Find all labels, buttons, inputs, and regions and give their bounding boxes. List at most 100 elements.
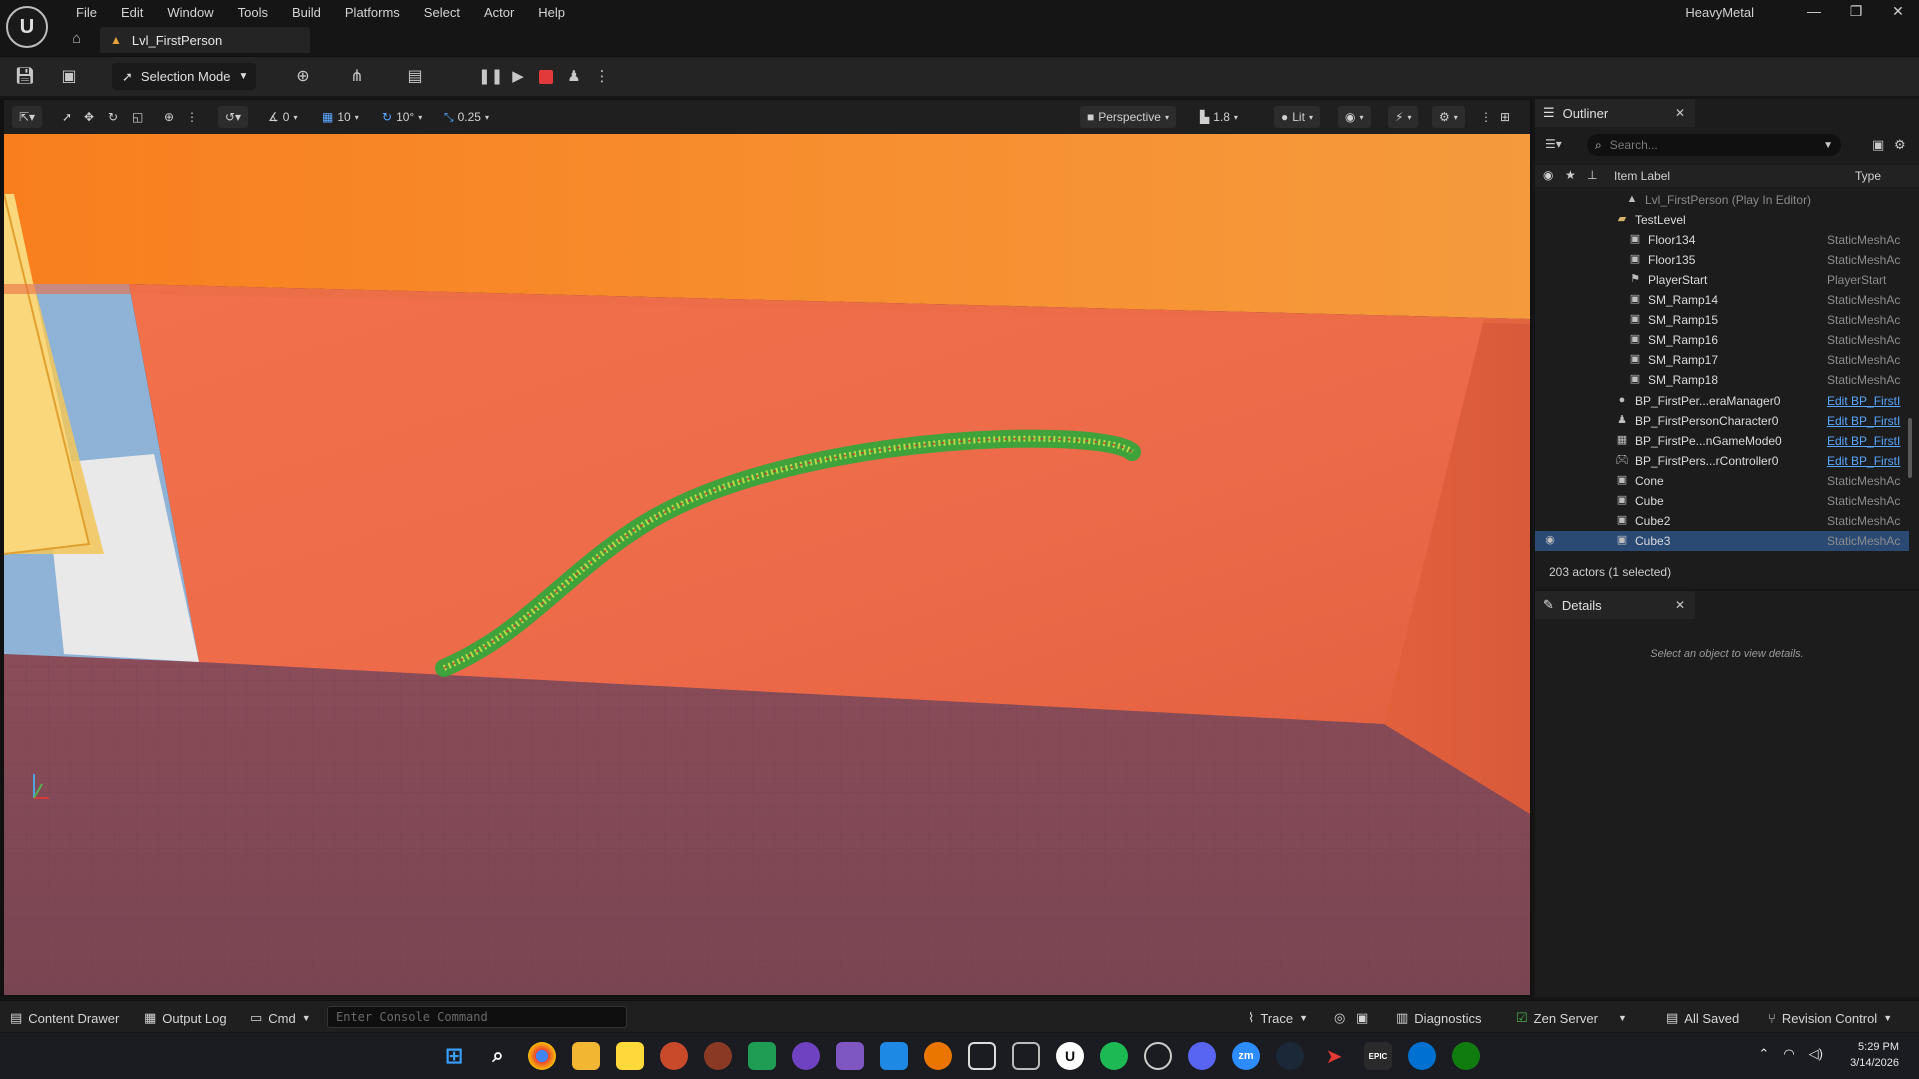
- filter-icon[interactable]: ☰▾: [1545, 137, 1562, 151]
- restore-button[interactable]: ❐: [1835, 0, 1877, 24]
- trace-dropdown[interactable]: ⌇ Trace ▼: [1248, 1009, 1308, 1027]
- performance-dropdown[interactable]: ⚡ ▾: [1388, 106, 1419, 128]
- menu-actor[interactable]: Actor: [472, 3, 526, 23]
- eject-icon[interactable]: ♟: [562, 65, 586, 89]
- outliner-row[interactable]: ▣ SM_Ramp18 StaticMeshAc: [1535, 370, 1909, 390]
- outliner-row-type[interactable]: Edit BP_FirstI: [1827, 454, 1909, 468]
- discord-icon[interactable]: [1188, 1042, 1216, 1070]
- unity-hub-icon[interactable]: [1012, 1042, 1040, 1070]
- outliner-row[interactable]: ▣ Cube StaticMeshAc: [1535, 491, 1909, 511]
- rotation-grid-toggle[interactable]: ↻ 10° ▾: [382, 106, 422, 128]
- app-icon-1[interactable]: [660, 1042, 688, 1070]
- rotate-icon[interactable]: ↻: [108, 106, 118, 128]
- zen-server-dropdown[interactable]: ☑ Zen Server ▼: [1516, 1009, 1627, 1027]
- windows-start-icon[interactable]: ⊞: [440, 1042, 468, 1070]
- all-saved-button[interactable]: ▤ All Saved: [1666, 1009, 1739, 1027]
- layout-icon[interactable]: ⊞: [1500, 106, 1510, 128]
- level-tab[interactable]: ▲ Lvl_FirstPerson: [100, 27, 310, 53]
- spotify-icon[interactable]: [1100, 1042, 1128, 1070]
- close-icon[interactable]: ✕: [1675, 106, 1685, 120]
- epic-games-icon[interactable]: EPIC: [1364, 1042, 1392, 1070]
- visual-studio-icon[interactable]: [836, 1042, 864, 1070]
- selection-mode-dropdown[interactable]: ➚ Selection Mode ▼: [112, 63, 256, 90]
- settings-dropdown[interactable]: ⚙ ▾: [1432, 106, 1465, 128]
- visibility-icon[interactable]: ◉: [1543, 533, 1557, 547]
- clock[interactable]: 5:29 PM 3/14/2026: [1850, 1039, 1899, 1071]
- more-options-icon[interactable]: ⋮: [590, 65, 614, 89]
- pause-icon[interactable]: ❚❚: [478, 65, 503, 89]
- outliner-row[interactable]: ▣ SM_Ramp16 StaticMeshAc: [1535, 330, 1909, 350]
- app-icon-2[interactable]: [704, 1042, 732, 1070]
- menu-select[interactable]: Select: [412, 3, 472, 23]
- rotation-snap-toggle[interactable]: ∡ 0 ▾: [268, 106, 297, 128]
- sticky-notes-icon[interactable]: [616, 1042, 644, 1070]
- outliner-row[interactable]: ▣ SM_Ramp15 StaticMeshAc: [1535, 310, 1909, 330]
- output-log-button[interactable]: ▦ Output Log: [144, 1009, 227, 1027]
- steam-icon[interactable]: [1276, 1042, 1304, 1070]
- xbox-icon[interactable]: [1452, 1042, 1480, 1070]
- volume-icon[interactable]: ◁): [1809, 1046, 1823, 1062]
- scale-icon[interactable]: ◱: [132, 106, 143, 128]
- search-icon[interactable]: ⌕: [484, 1042, 512, 1070]
- unreal-taskbar-icon[interactable]: U: [1056, 1042, 1084, 1070]
- close-icon[interactable]: ✕: [1675, 598, 1685, 612]
- chevron-up-icon[interactable]: ⌃: [1758, 1046, 1769, 1062]
- add-actor-icon[interactable]: ⊕: [292, 66, 314, 88]
- menu-help[interactable]: Help: [526, 3, 577, 23]
- outliner-row-type[interactable]: Edit BP_FirstI: [1827, 394, 1909, 408]
- outliner-row[interactable]: ▣ Cone StaticMeshAc: [1535, 471, 1909, 491]
- outliner-row-type[interactable]: Edit BP_FirstI: [1827, 434, 1909, 448]
- cinematics-icon[interactable]: ▤: [404, 66, 426, 88]
- scale-snap-toggle[interactable]: ⤡ 0.25 ▾: [444, 106, 489, 128]
- show-flags-dropdown[interactable]: ◉ ▾: [1338, 106, 1371, 128]
- menu-window[interactable]: Window: [155, 3, 225, 23]
- unreal-logo-icon[interactable]: U: [6, 6, 48, 48]
- cmd-dropdown[interactable]: ▭ Cmd ▼: [250, 1009, 311, 1027]
- menu-edit[interactable]: Edit: [109, 3, 155, 23]
- outliner-row[interactable]: 🎮︎ BP_FirstPers...rController0 Edit BP_Fir…: [1535, 451, 1909, 471]
- minimize-button[interactable]: —: [1793, 0, 1835, 24]
- record-icon[interactable]: ◎: [1334, 1009, 1345, 1027]
- stop-button[interactable]: [534, 65, 558, 89]
- playstation-icon[interactable]: [1408, 1042, 1436, 1070]
- send-icon[interactable]: ➤: [1320, 1042, 1348, 1070]
- diagnostics-button[interactable]: ▥ Diagnostics: [1396, 1009, 1482, 1027]
- column-type[interactable]: Type: [1855, 169, 1881, 183]
- menu-platforms[interactable]: Platforms: [333, 3, 412, 23]
- vp-more-icon[interactable]: ⋮: [186, 106, 198, 128]
- outliner-row-type[interactable]: Edit BP_FirstI: [1827, 414, 1909, 428]
- outliner-row[interactable]: ▣ Floor135 StaticMeshAc: [1535, 250, 1909, 270]
- surface-snap-icon[interactable]: ↺▾: [218, 106, 249, 128]
- outliner-scrollbar[interactable]: [1908, 418, 1912, 478]
- console-input[interactable]: Enter Console Command: [327, 1006, 627, 1028]
- outliner-row[interactable]: ▦ BP_FirstPe...nGameMode0 Edit BP_FirstI: [1535, 431, 1909, 451]
- vscode-icon[interactable]: [880, 1042, 908, 1070]
- grid-snap-toggle[interactable]: ▦ 10 ▾: [322, 106, 359, 128]
- menu-build[interactable]: Build: [280, 3, 333, 23]
- settings-icon[interactable]: ⚙: [1894, 137, 1906, 153]
- screenshot-icon[interactable]: ▣: [1356, 1009, 1368, 1027]
- step-icon[interactable]: ▶: [506, 65, 530, 89]
- visibility-icon[interactable]: ◉: [1543, 168, 1553, 182]
- select-icon[interactable]: ➚: [62, 106, 72, 128]
- vp-options-icon[interactable]: ⋮: [1480, 106, 1492, 128]
- jetbrains-icon[interactable]: [748, 1042, 776, 1070]
- outliner-row[interactable]: ▣ SM_Ramp17 StaticMeshAc: [1535, 350, 1909, 370]
- outliner-tab[interactable]: ☰ Outliner ✕: [1535, 99, 1695, 127]
- wifi-icon[interactable]: ◠: [1783, 1046, 1794, 1062]
- zoom-icon[interactable]: zm: [1232, 1042, 1260, 1070]
- menu-file[interactable]: File: [64, 3, 109, 23]
- revision-control-dropdown[interactable]: ⑂ Revision Control ▼: [1768, 1009, 1892, 1027]
- translate-icon[interactable]: ✥: [84, 106, 94, 128]
- unity-icon[interactable]: [968, 1042, 996, 1070]
- close-button[interactable]: ✕: [1877, 0, 1919, 24]
- column-item-label[interactable]: Item Label: [1614, 169, 1670, 183]
- chrome-icon[interactable]: [528, 1042, 556, 1070]
- obs-icon[interactable]: [1144, 1042, 1172, 1070]
- blender-icon[interactable]: [924, 1042, 952, 1070]
- level-viewport[interactable]: [4, 134, 1530, 995]
- perspective-dropdown[interactable]: ■ Perspective ▾: [1080, 106, 1176, 128]
- transform-menu-icon[interactable]: ⇱▾: [12, 106, 43, 128]
- world-space-icon[interactable]: ⊕: [164, 106, 174, 128]
- outliner-row[interactable]: ▣ SM_Ramp14 StaticMeshAc: [1535, 290, 1909, 310]
